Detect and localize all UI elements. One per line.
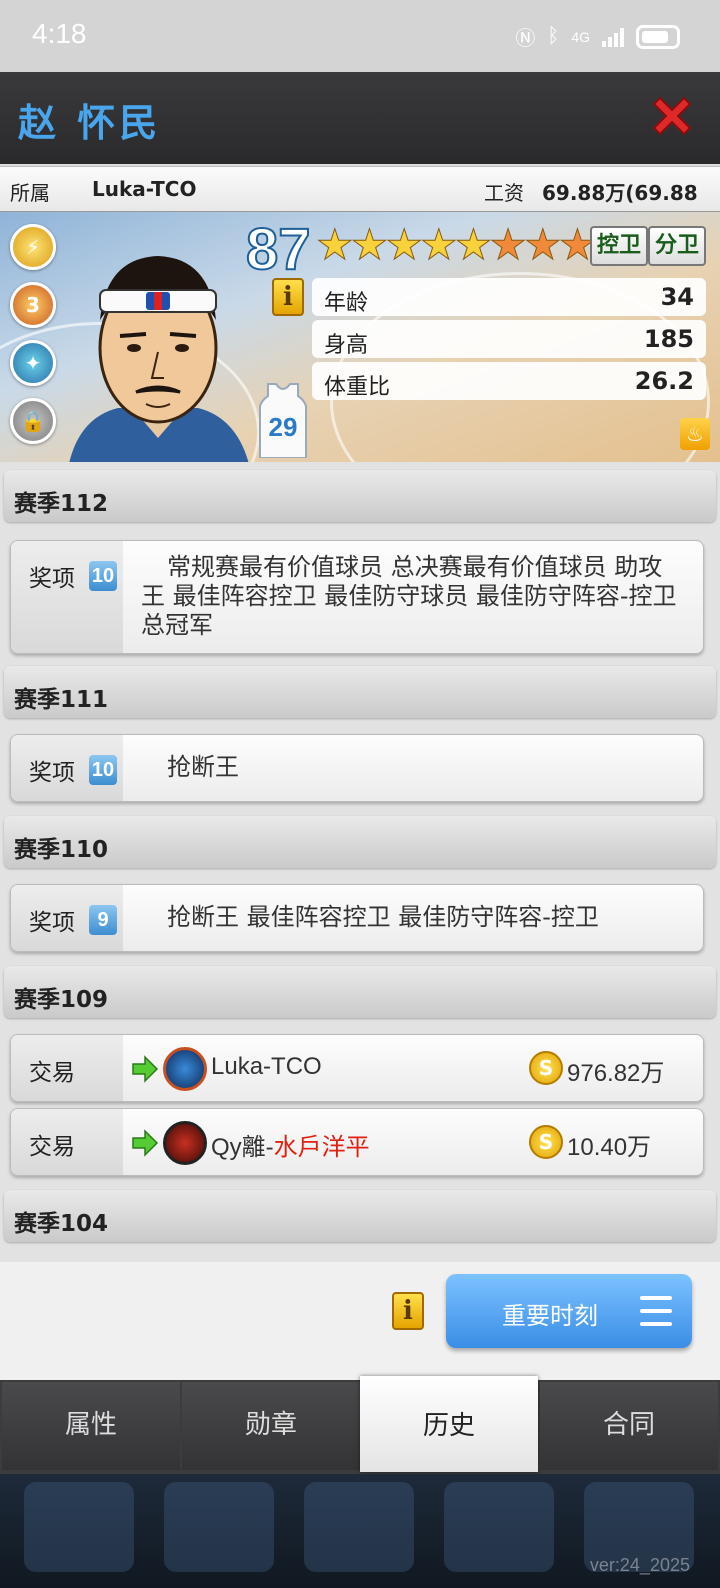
- star-icon: ★: [316, 220, 355, 269]
- team-name-text: Qy離-: [211, 1134, 274, 1161]
- status-bar: 4:18 Ⓝ ᛒ 4G: [0, 0, 720, 72]
- player-info-bar: 所属 Luka-TCO 工资 69.88万(69.88万): [0, 166, 720, 234]
- title-bar: 赵 怀民: [0, 72, 720, 164]
- stat-label: 体重比: [324, 375, 391, 400]
- status-icons: Ⓝ ᛒ 4G: [515, 22, 680, 51]
- award-text: 抢断王 最佳阵容控卫 最佳防守阵容-控卫: [167, 903, 599, 931]
- star-icon: ★: [454, 220, 493, 269]
- stat-label: 身高: [324, 333, 369, 358]
- entry-kind: 奖项: [29, 910, 75, 936]
- nfc-icon: Ⓝ: [515, 28, 536, 50]
- history-footer: i 重要时刻: [0, 1262, 720, 1380]
- entry-kind: 交易: [29, 1134, 75, 1160]
- award-count-badge: 10: [89, 755, 117, 785]
- award-entry: 奖项 10 常规赛最有价值球员 总决赛最有价值球员 助攻王 最佳阵容控卫 最佳防…: [10, 540, 704, 654]
- trade-entry[interactable]: 交易 Qy離-水戶洋平 S 10.40万: [10, 1108, 704, 1176]
- star-icon: ★: [419, 220, 458, 269]
- menu-icon: [640, 1296, 672, 1326]
- season-header: 赛季110: [4, 816, 716, 868]
- award-entry: 奖项 10 抢断王: [10, 734, 704, 802]
- entry-kind: 交易: [29, 1060, 75, 1086]
- history-list[interactable]: 赛季112 奖项 10 常规赛最有价值球员 总决赛最有价值球员 助攻王 最佳阵容…: [0, 462, 720, 1262]
- award-count-badge: 10: [89, 561, 117, 591]
- trade-amount: 976.82万: [567, 1060, 665, 1087]
- match-nav-icon: [444, 1482, 554, 1572]
- overall-rating: 87: [245, 216, 312, 283]
- season-header: 赛季112: [4, 470, 716, 522]
- award-text: 抢断王: [167, 753, 239, 781]
- trade-entry[interactable]: 交易 Luka-TCO S 976.82万: [10, 1034, 704, 1102]
- trade-amount: 10.40万: [567, 1134, 652, 1161]
- season-header: 赛季104: [4, 1190, 716, 1242]
- signal-icon: [602, 27, 624, 47]
- position-tag-sg[interactable]: 分卫: [648, 226, 707, 266]
- award-entry: 奖项 9 抢断王 最佳阵容控卫 最佳防守阵容-控卫: [10, 884, 704, 952]
- player-skill-badge-icon[interactable]: ✦: [10, 340, 56, 386]
- bluetooth-icon: ᛒ: [547, 25, 560, 47]
- entry-kind-cell: [11, 541, 123, 653]
- team-value[interactable]: Luka-TCO: [92, 177, 196, 201]
- close-icon[interactable]: [646, 90, 698, 142]
- team-name-text: Luka-TCO: [211, 1053, 322, 1080]
- roster-nav-icon: [304, 1482, 414, 1572]
- background-game-nav: ver:24_2025: [0, 1474, 720, 1588]
- badge-column: ⚡ 3 ✦ 🔒: [10, 224, 56, 444]
- award-text: 常规赛最有价值球员 总决赛最有价值球员 助攻王 最佳阵容控卫 最佳防守球员 最佳…: [141, 553, 677, 639]
- stat-label: 年龄: [324, 291, 369, 316]
- stat-age: 年龄 34: [312, 278, 706, 316]
- position-tag-pg[interactable]: 控卫: [590, 226, 649, 266]
- info-icon[interactable]: i: [272, 278, 304, 316]
- team-label: 所属: [10, 181, 50, 205]
- stat-height: 身高 185: [312, 320, 706, 358]
- important-moments-button[interactable]: 重要时刻: [446, 1274, 692, 1348]
- arrow-right-icon: [132, 1129, 159, 1157]
- network-label: 4G: [571, 28, 590, 45]
- stat-value: 26.2: [634, 367, 694, 395]
- star-icon: ★: [489, 220, 528, 269]
- team-name-highlight: 水戶洋平: [273, 1134, 370, 1161]
- level-badge[interactable]: 3: [10, 282, 56, 328]
- finance-nav-icon: [164, 1482, 274, 1572]
- season-header: 赛季109: [4, 966, 716, 1018]
- team-nav-icon: [24, 1482, 134, 1572]
- star-icon: ★: [350, 220, 389, 269]
- tab-history[interactable]: 历史: [360, 1376, 538, 1472]
- team-logo-bull-icon: [163, 1121, 207, 1165]
- status-time: 4:18: [32, 18, 87, 49]
- battery-icon: [636, 24, 680, 49]
- award-count-badge: 9: [89, 905, 117, 935]
- coin-icon: S: [529, 1051, 563, 1085]
- jersey-icon: 29: [259, 383, 307, 458]
- lock-icon[interactable]: 🔒: [10, 398, 56, 444]
- tab-attributes[interactable]: 属性: [2, 1382, 180, 1470]
- stat-value: 185: [643, 325, 694, 353]
- team-name[interactable]: Qy離-水戶洋平: [211, 1127, 370, 1162]
- tab-bar: 属性 勋章 历史 合同: [0, 1376, 720, 1474]
- fire-icon[interactable]: ♨: [680, 418, 710, 450]
- salary-label: 工资: [484, 181, 524, 205]
- arrow-right-icon: [132, 1055, 159, 1083]
- important-moments-label: 重要时刻: [502, 1302, 598, 1330]
- stat-value: 34: [660, 283, 694, 311]
- entry-kind: 奖项: [29, 760, 75, 786]
- jersey-number: 29: [269, 412, 298, 442]
- stat-weight-ratio: 体重比 26.2: [312, 362, 706, 400]
- coin-icon: S: [529, 1125, 563, 1159]
- star-icon: ★: [385, 220, 424, 269]
- lightning-badge-icon[interactable]: ⚡: [10, 224, 56, 270]
- tab-medals[interactable]: 勋章: [182, 1382, 360, 1470]
- info-icon[interactable]: i: [392, 1292, 424, 1330]
- star-icon: ★: [523, 220, 562, 269]
- season-header: 赛季111: [4, 666, 716, 718]
- player-name: 赵 怀民: [18, 101, 162, 145]
- player-avatar: [69, 256, 249, 462]
- team-name[interactable]: Luka-TCO: [211, 1053, 322, 1081]
- player-card: ⚡ 3 ✦ 🔒 87 ★★★★★★★★★★ 控卫 分卫 i 年龄 34 身高 1…: [0, 212, 720, 462]
- team-logo-eagle-icon: [163, 1047, 207, 1091]
- tab-contract[interactable]: 合同: [540, 1382, 718, 1470]
- version-label: ver:24_2025: [589, 1555, 690, 1575]
- entry-kind: 奖项: [29, 566, 75, 592]
